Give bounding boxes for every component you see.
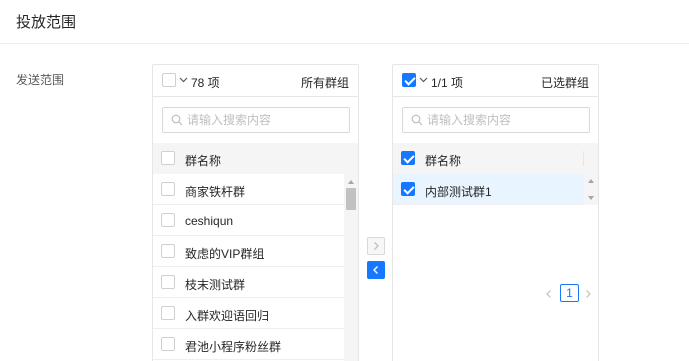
group-name: 致虑的VIP群组 [185,247,265,261]
move-to-source-button[interactable] [367,261,385,279]
page-title: 投放范围 [16,14,77,31]
row-checkbox[interactable] [401,182,415,196]
list-item[interactable]: ceshiqun [153,205,346,236]
source-panel-title: 所有群组 [300,76,349,90]
row-checkbox[interactable] [161,182,175,196]
move-to-selected-button[interactable] [367,237,385,255]
list-item[interactable]: 君池小程序粉丝群 [153,329,346,360]
arrow-right-icon [374,242,379,250]
source-list-header: 78 项 所有群组 [153,65,358,97]
list-item[interactable]: 商家铁杆群 [153,174,346,205]
list-item[interactable]: 内部测试群1 [393,174,586,205]
list-item[interactable]: 致虑的VIP群组 [153,236,346,267]
target-header-checkbox[interactable] [401,151,415,165]
source-list-scrollbar[interactable] [344,174,358,361]
target-panel-title: 已选群组 [540,76,589,90]
chevron-right-icon[interactable] [584,289,592,299]
target-search-box[interactable] [402,107,590,133]
source-column-header: 群名称 [185,154,222,168]
search-icon [171,114,183,126]
row-checkbox[interactable] [161,337,175,351]
target-list-panel: 1/1 项 已选群组 群名称 内部测试群1 1 [392,64,599,361]
group-name: 内部测试群1 [425,185,492,199]
row-checkbox[interactable] [161,306,175,320]
group-name: 枝末测试群 [185,278,246,292]
source-search-input[interactable] [187,111,345,129]
chevron-down-icon[interactable] [419,72,428,88]
list-item[interactable]: 枝末测试群 [153,267,346,298]
source-search-box[interactable] [162,107,350,133]
scrollbar-thumb[interactable] [346,188,356,210]
source-item-count: 78 项 [191,76,220,90]
chevron-down-icon[interactable] [179,72,188,88]
target-item-count: 1/1 项 [431,76,464,90]
group-name: 商家铁杆群 [185,185,246,199]
target-column-header: 群名称 [425,154,462,168]
send-scope-label: 发送范围 [16,73,65,87]
scroll-up-icon[interactable] [348,180,354,184]
scroll-up-icon[interactable] [588,179,594,183]
group-name: 入群欢迎语回归 [185,309,270,323]
target-table-header: 群名称 [393,143,598,174]
target-select-all-checkbox[interactable] [402,73,416,87]
title-divider [0,43,689,44]
source-select-all-checkbox[interactable] [162,73,176,87]
group-name: 君池小程序粉丝群 [185,340,282,354]
source-table-header: 群名称 [153,143,358,174]
arrow-left-icon [373,266,378,274]
source-list-panel: 78 项 所有群组 群名称 商家铁杆群 ceshiqun 致虑的VIP群组 枝末… [152,64,359,361]
target-list-scrollbar[interactable] [584,174,598,205]
target-search-input[interactable] [427,111,585,129]
search-icon [411,114,423,126]
group-name: ceshiqun [185,214,234,228]
source-header-checkbox[interactable] [161,151,175,165]
column-divider [583,151,584,166]
scroll-down-icon[interactable] [588,196,594,200]
target-list-header: 1/1 项 已选群组 [393,65,598,97]
chevron-left-icon[interactable] [545,289,553,299]
row-checkbox[interactable] [161,213,175,227]
list-item[interactable]: 入群欢迎语回归 [153,298,346,329]
row-checkbox[interactable] [161,244,175,258]
row-checkbox[interactable] [161,275,175,289]
page-number-button[interactable]: 1 [560,284,579,302]
